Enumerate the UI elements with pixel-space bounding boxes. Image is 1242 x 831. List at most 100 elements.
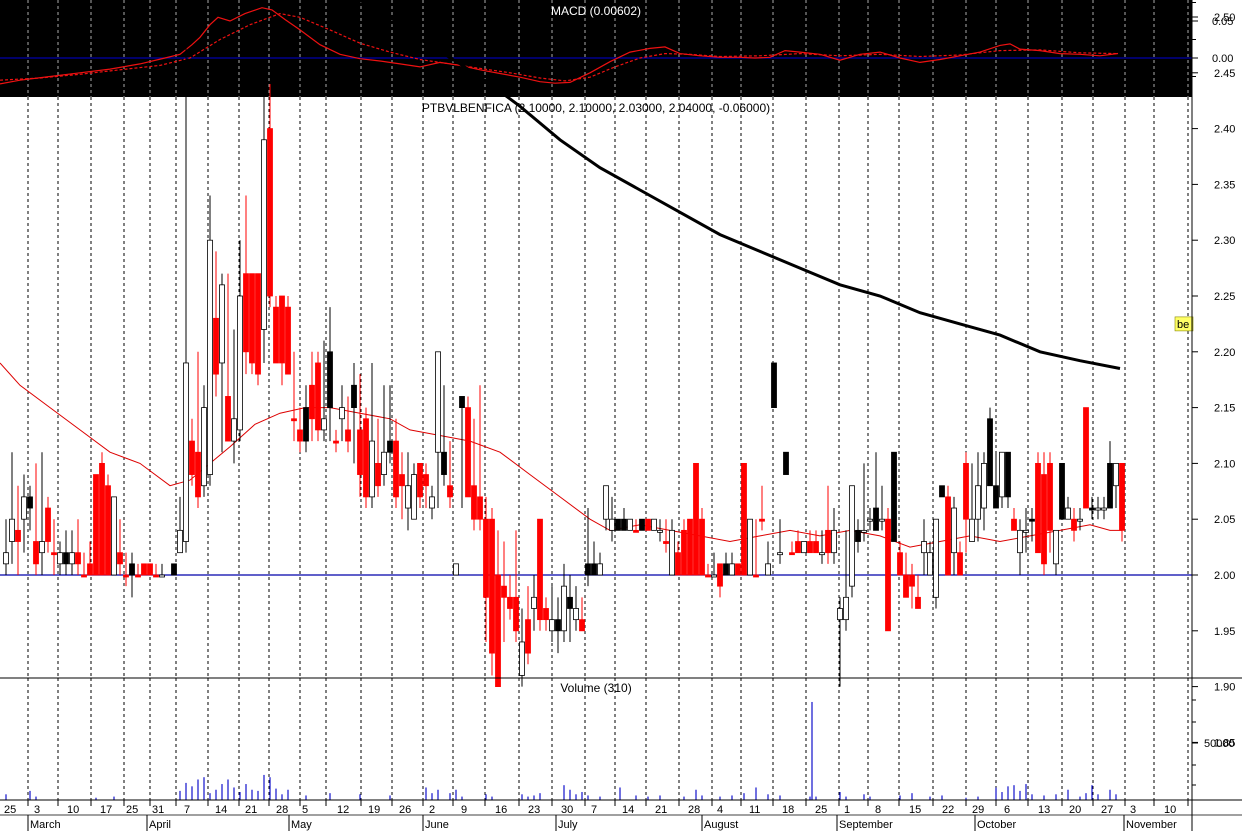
candle-body: [897, 552, 903, 576]
candle-body: [381, 451, 387, 475]
candle-body: [1083, 407, 1089, 509]
candle-body: [813, 541, 819, 554]
month-label: July: [558, 819, 578, 831]
candle-body: [987, 418, 993, 487]
month-label: August: [704, 819, 738, 831]
candle-body: [333, 440, 339, 444]
candle-body: [339, 407, 345, 420]
x-tick-label: 14: [215, 804, 227, 816]
x-tick-label: 18: [782, 804, 794, 816]
candle-body: [213, 317, 219, 375]
candle-body: [819, 552, 825, 556]
candle-body: [483, 518, 489, 598]
candle-body: [111, 496, 117, 576]
candle-body: [603, 485, 609, 520]
price-y-tick-label: 2.45: [1214, 68, 1235, 80]
candle-body: [231, 418, 237, 442]
candle-body: [441, 451, 447, 475]
candle-body: [795, 541, 801, 554]
candle-body: [945, 496, 951, 576]
candle-body: [237, 295, 243, 431]
candle-body: [513, 596, 519, 632]
stock-chart: MACD (0.00602) 0.050.00 PTBVLBENFICA (2.…: [0, 0, 1242, 831]
candle-body: [15, 529, 21, 542]
price-y-tick-label: 1.95: [1214, 626, 1235, 638]
candle-body: [171, 563, 177, 576]
candle-body: [183, 362, 189, 542]
candle-body: [1119, 462, 1125, 531]
candle-body: [225, 396, 231, 442]
macd-panel: MACD (0.00602) 0.050.00: [0, 0, 1233, 97]
candle-body: [927, 552, 933, 576]
month-label: June: [425, 819, 449, 831]
candle-body: [621, 518, 627, 531]
candle-body: [879, 518, 885, 522]
candle-body: [33, 541, 39, 565]
candle-body: [1095, 507, 1101, 511]
candle-body: [1011, 518, 1017, 531]
candle-body: [27, 496, 33, 509]
candle-body: [3, 552, 9, 565]
x-tick-label: 3: [1130, 804, 1136, 816]
candle-body: [21, 496, 27, 520]
x-tick-label: 10: [1164, 804, 1176, 816]
candle-body: [9, 518, 15, 542]
candle-body: [993, 485, 999, 509]
candle-body: [957, 552, 963, 576]
price-y-tick-label: 2.00: [1214, 570, 1235, 582]
candle-body: [1017, 529, 1023, 554]
candle-body: [459, 396, 465, 409]
candle-body: [417, 462, 423, 498]
candle-body: [57, 552, 63, 565]
candle-body: [123, 574, 129, 578]
x-tick-label: 29: [972, 804, 984, 816]
candle-body: [1029, 518, 1035, 522]
candle-body: [87, 563, 93, 576]
candle-body: [639, 518, 645, 531]
candle-body: [1047, 462, 1053, 531]
candle-body: [453, 563, 459, 576]
candle-body: [345, 429, 351, 442]
candle-body: [1065, 507, 1071, 520]
candle-body: [759, 518, 765, 522]
candle-body: [411, 474, 417, 520]
x-tick-label: 5: [302, 804, 308, 816]
candle-body: [405, 485, 411, 509]
candle-body: [315, 362, 321, 431]
candle-body: [519, 641, 525, 676]
candle-body: [555, 619, 561, 632]
candle-body: [873, 507, 879, 531]
candle-body: [207, 239, 213, 475]
candle-body: [399, 474, 405, 487]
candle-body: [267, 128, 273, 297]
candle-body: [531, 596, 537, 609]
candle-body: [1035, 462, 1041, 554]
candle-body: [825, 529, 831, 554]
x-tick-label: 28: [688, 804, 700, 816]
x-tick-label: 17: [100, 804, 112, 816]
candle-body: [867, 518, 873, 522]
price-title: PTBVLBENFICA (2.10000, 2.10000, 2.03000,…: [422, 101, 770, 115]
candle-body: [669, 529, 675, 576]
candle-body: [777, 552, 783, 556]
candle-body: [573, 608, 579, 621]
candle-body: [489, 518, 495, 654]
x-tick-label: 20: [1069, 804, 1081, 816]
candle-body: [81, 574, 87, 578]
candle-body: [687, 518, 693, 576]
x-tick-label: 19: [368, 804, 380, 816]
candle-body: [1089, 507, 1095, 511]
candle-body: [543, 608, 549, 621]
price-y-tick-label: 2.15: [1214, 403, 1235, 415]
candle-body: [723, 563, 729, 576]
candle-body: [297, 429, 303, 442]
candle-body: [645, 518, 651, 531]
month-label: March: [30, 819, 61, 831]
volume-y-tick-label: 50000: [1204, 738, 1235, 750]
candle-body: [999, 451, 1005, 498]
month-label: May: [291, 819, 312, 831]
candle-body: [525, 619, 531, 654]
candle-body: [789, 552, 795, 556]
month-label: September: [839, 819, 893, 831]
x-tick-label: 12: [337, 804, 349, 816]
